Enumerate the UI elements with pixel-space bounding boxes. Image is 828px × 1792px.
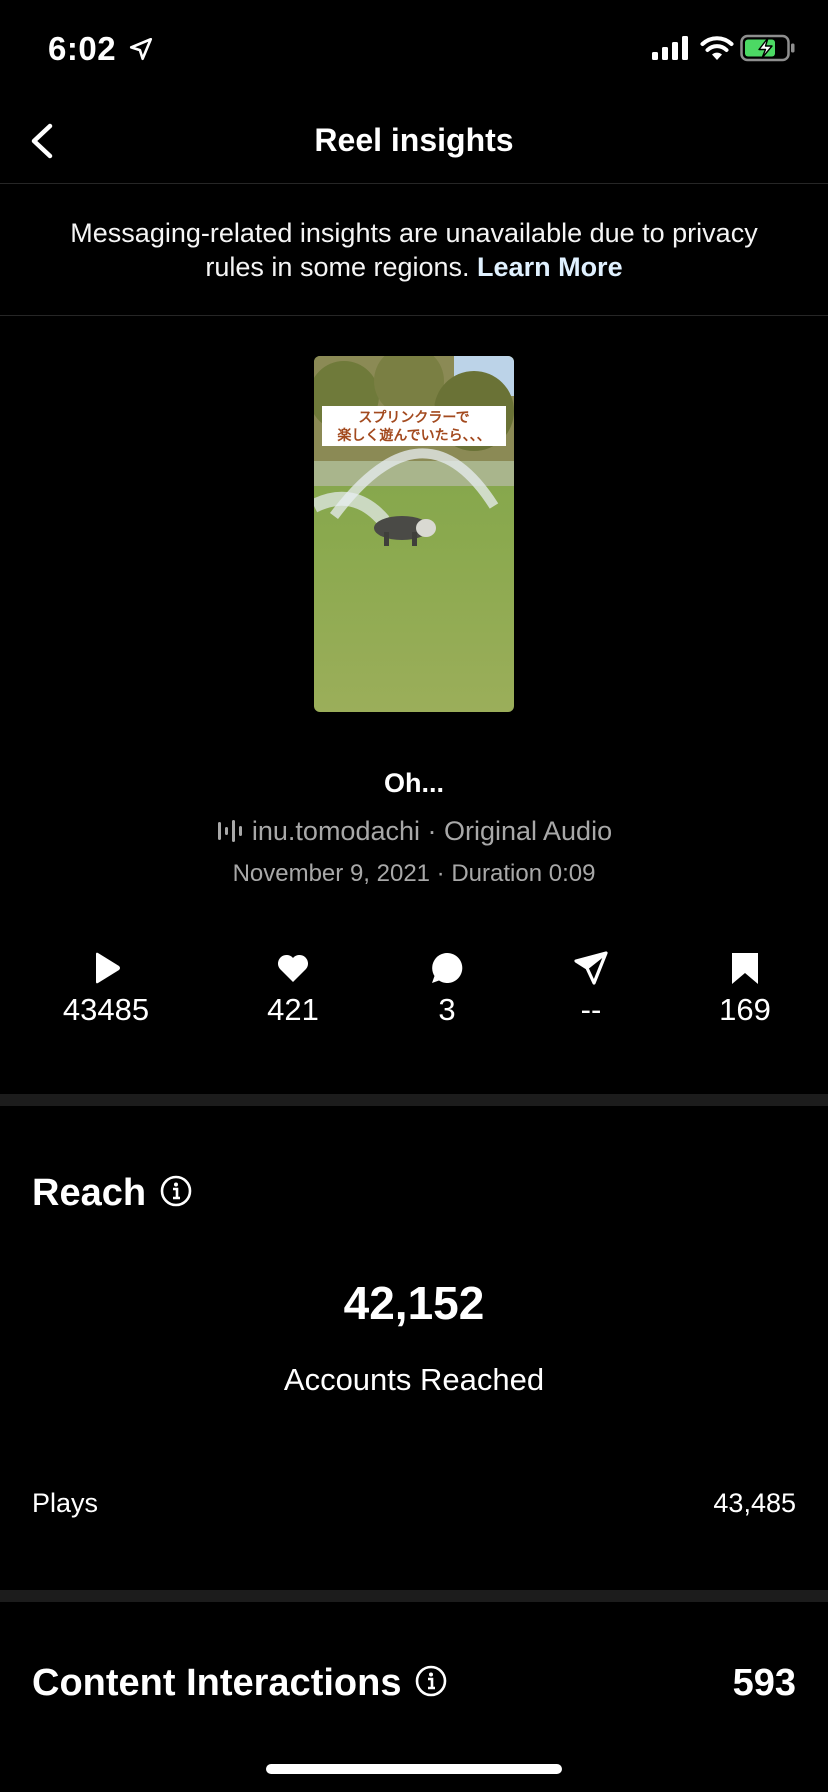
nav-header: Reel insights [0, 100, 828, 184]
thumbnail-overlay-line2: 楽しく遊んでいたら、、、 [336, 427, 490, 444]
bookmark-icon [732, 953, 758, 984]
heart-icon [277, 954, 309, 982]
location-arrow-icon [129, 37, 153, 61]
reel-thumbnail-image: スプリンクラーで 楽しく遊んでいたら、、、 [314, 356, 514, 712]
reel-date-duration: November 9, 2021 · Duration 0:09 [232, 860, 596, 887]
send-paper-plane-icon [574, 951, 608, 985]
section-divider [0, 1094, 828, 1106]
stat-saves: 169 [675, 950, 815, 1028]
learn-more-link[interactable]: Learn More [477, 252, 623, 282]
plays-row: Plays 43,485 [32, 1488, 796, 1519]
saves-count: 169 [719, 992, 771, 1027]
cellular-signal-icon [652, 36, 688, 60]
reel-caption: Oh... [384, 768, 444, 798]
stat-plays: 43485 [36, 950, 176, 1028]
reel-stats-row: 43485 421 3 -- 169 [0, 950, 828, 1040]
notice-text: Messaging-related insights are unavailab… [70, 218, 758, 282]
content-interactions-section-title: Content Interactions [32, 1662, 447, 1705]
status-bar: 6:02 [0, 0, 828, 100]
likes-count: 421 [267, 992, 319, 1027]
play-icon [96, 952, 120, 984]
plays-count: 43485 [62, 992, 150, 1027]
accounts-reached-label: Accounts Reached [283, 1362, 545, 1397]
audio-waveform-icon [217, 820, 242, 842]
thumbnail-overlay-line1: スプリンクラーで [358, 410, 469, 426]
audio-label: inu.tomodachi · Original Audio [251, 816, 613, 846]
reach-section-title: Reach [32, 1172, 192, 1215]
page-title: Reel insights [314, 122, 514, 158]
home-indicator[interactable] [266, 1764, 562, 1774]
section-divider [0, 1590, 828, 1602]
status-time: 6:02 [48, 30, 117, 67]
reach-title: Reach [32, 1172, 147, 1214]
stat-comments: 3 [377, 950, 517, 1028]
reel-audio[interactable]: inu.tomodachi · Original Audio [0, 816, 828, 847]
comments-count: 3 [438, 992, 456, 1027]
info-icon[interactable] [415, 1665, 447, 1697]
stat-shares: -- [521, 950, 661, 1028]
content-interactions-value: 593 [732, 1662, 796, 1704]
reel-thumbnail[interactable]: スプリンクラーで 楽しく遊んでいたら、、、 [314, 356, 514, 712]
stat-likes: 421 [223, 950, 363, 1028]
accounts-reached-value: 42,152 [343, 1277, 485, 1329]
shares-count: -- [580, 992, 602, 1027]
content-interactions-title: Content Interactions [32, 1662, 402, 1704]
plays-label: Plays [32, 1488, 99, 1518]
wifi-icon [700, 36, 734, 60]
battery-charging-icon [740, 34, 795, 62]
privacy-notice: Messaging-related insights are unavailab… [0, 184, 828, 316]
info-icon[interactable] [160, 1175, 192, 1207]
comment-bubble-icon [432, 952, 463, 983]
plays-value: 43,485 [713, 1488, 796, 1518]
